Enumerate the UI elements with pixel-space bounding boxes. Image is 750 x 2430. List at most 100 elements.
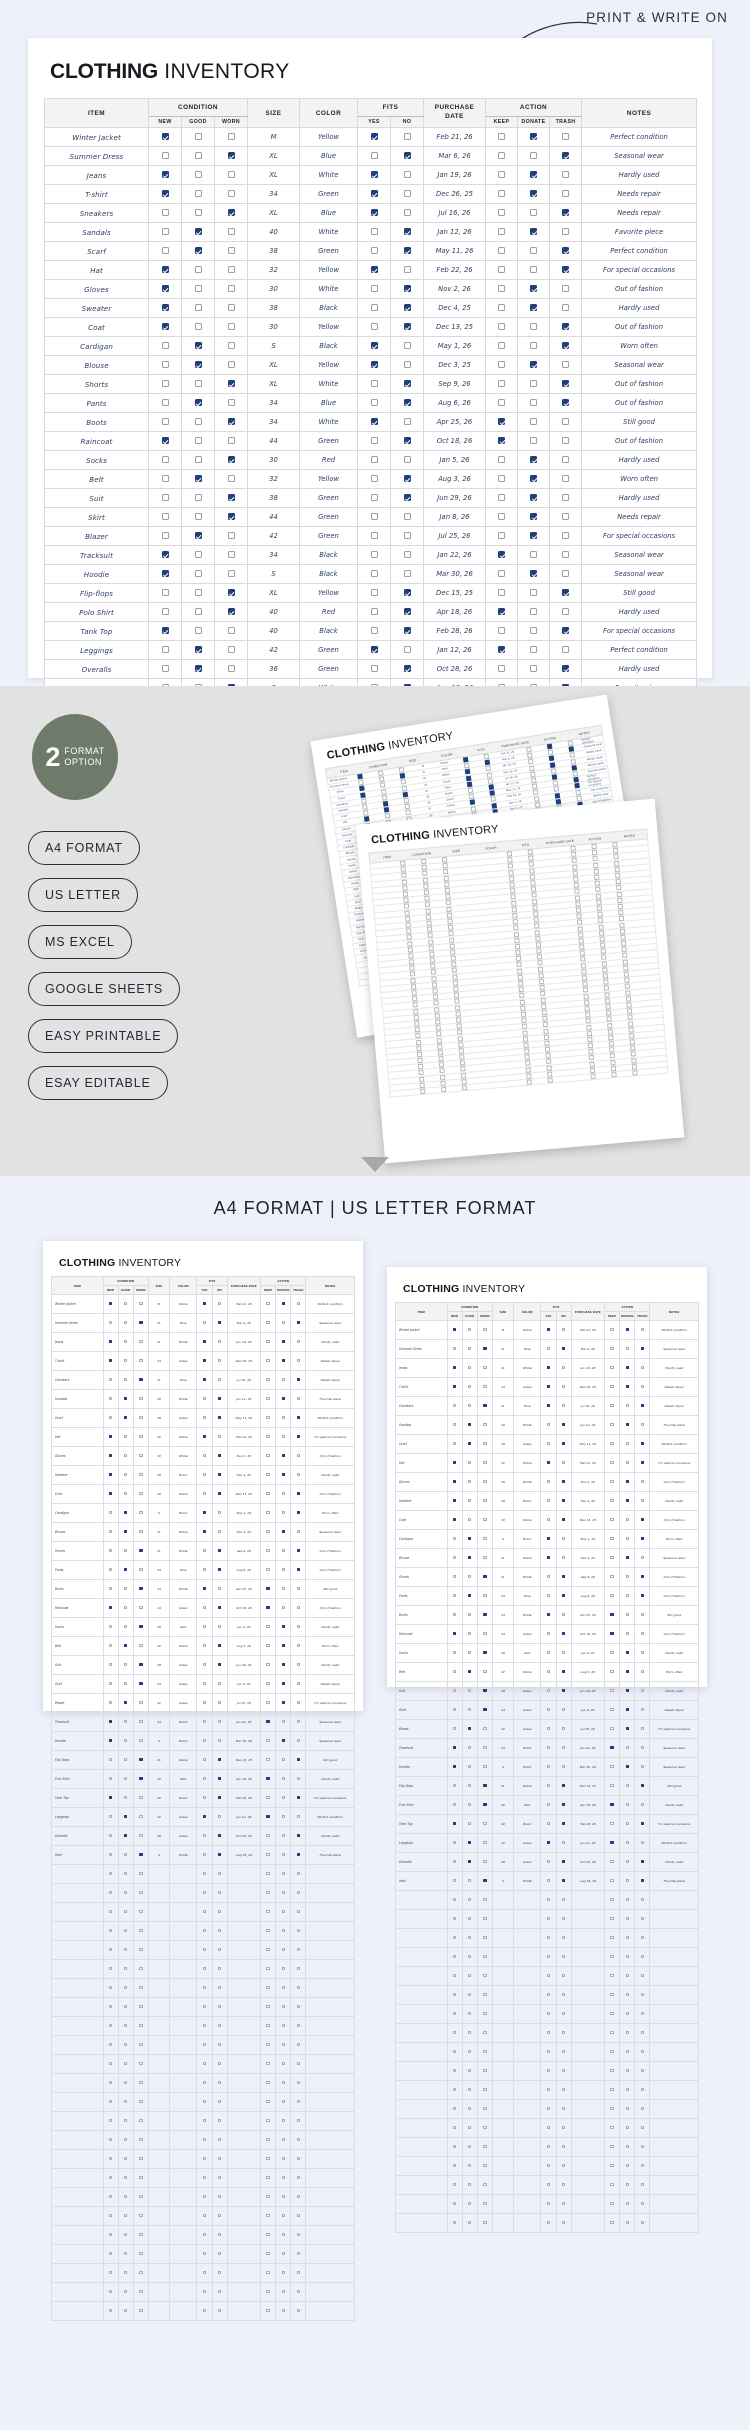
checkbox-worn[interactable]	[227, 627, 235, 635]
preview-cell-worn[interactable]	[132, 1389, 149, 1409]
cell-trash[interactable]	[548, 298, 583, 318]
checkbox-good[interactable]	[194, 247, 202, 255]
preview-cell-good[interactable]	[461, 1396, 478, 1416]
preview-notes[interactable]	[305, 1940, 355, 1960]
preview-cell-donate[interactable]	[275, 1883, 292, 1903]
preview-checkbox-good[interactable]	[468, 2202, 472, 2206]
preview-checkbox-no[interactable]	[561, 1974, 566, 1978]
preview-checkbox-worn[interactable]	[139, 1321, 143, 1325]
preview-cell-yes[interactable]	[540, 2061, 557, 2081]
preview-checkbox-new[interactable]	[452, 1575, 457, 1579]
preview-cell-worn[interactable]	[132, 1731, 149, 1751]
preview-checkbox-good[interactable]	[124, 1644, 128, 1648]
checkbox-trash[interactable]	[562, 532, 570, 540]
preview-checkbox-worn[interactable]	[483, 1727, 487, 1731]
checkbox-yes[interactable]	[370, 342, 378, 350]
preview-cell-new[interactable]	[446, 1833, 463, 1853]
cell-new[interactable]	[148, 203, 182, 223]
preview-cell-worn[interactable]	[132, 1997, 149, 2017]
preview-checkbox-keep[interactable]	[266, 1853, 270, 1857]
preview-cell-keep[interactable]	[604, 1548, 621, 1568]
preview-checkbox-new[interactable]	[108, 1606, 113, 1610]
checkbox-worn[interactable]	[227, 209, 235, 217]
preview-cell-donate[interactable]	[619, 2099, 636, 2119]
preview-cell-trash[interactable]	[290, 2035, 307, 2055]
preview-checkbox-yes[interactable]	[546, 1518, 551, 1522]
preview-checkbox-no[interactable]	[217, 1416, 222, 1420]
preview-cell-donate[interactable]	[619, 2023, 636, 2043]
preview-cell-donate[interactable]	[619, 1852, 636, 1872]
preview-checkbox-no[interactable]	[217, 1606, 222, 1610]
preview-checkbox-trash[interactable]	[296, 1606, 301, 1610]
preview-checkbox-worn[interactable]	[483, 1746, 487, 1750]
preview-checkbox-worn[interactable]	[483, 1575, 487, 1579]
cell-yes[interactable]	[357, 545, 391, 565]
cell-keep[interactable]	[485, 431, 518, 451]
preview-cell-good[interactable]	[117, 1427, 134, 1447]
preview-checkbox-yes[interactable]	[546, 2202, 551, 2206]
cell-trash[interactable]	[548, 146, 583, 166]
preview-checkbox-donate[interactable]	[281, 1587, 285, 1591]
preview-cell-keep[interactable]	[604, 1928, 621, 1948]
preview-cell-trash[interactable]	[290, 1655, 307, 1675]
preview-checkbox-worn[interactable]	[483, 1955, 487, 1959]
preview-checkbox-good[interactable]	[468, 1442, 472, 1446]
preview-item[interactable]	[395, 2156, 448, 2176]
preview-checkbox-yes[interactable]	[546, 2126, 551, 2130]
preview-checkbox-new[interactable]	[108, 1359, 113, 1363]
preview-date[interactable]	[226, 2073, 262, 2093]
preview-cell-keep[interactable]	[260, 1655, 277, 1675]
preview-cell-trash[interactable]	[290, 1731, 307, 1751]
preview-cell-keep[interactable]	[260, 1446, 277, 1466]
preview-checkbox-donate[interactable]	[281, 2024, 285, 2028]
preview-cell-no[interactable]	[211, 1864, 228, 1884]
cell-good[interactable]	[181, 469, 215, 489]
preview-checkbox-donate[interactable]	[625, 1860, 629, 1864]
preview-cell-yes[interactable]	[540, 1928, 557, 1948]
preview-checkbox-donate[interactable]	[281, 2005, 285, 2009]
preview-cell-good[interactable]	[117, 1883, 134, 1903]
preview-cell-trash[interactable]	[634, 1586, 651, 1606]
cell-good[interactable]	[181, 146, 215, 166]
preview-cell-yes[interactable]	[196, 1503, 213, 1523]
preview-checkbox-keep[interactable]	[610, 1860, 614, 1864]
cell-worn[interactable]	[214, 336, 248, 356]
preview-cell-keep[interactable]	[604, 1415, 621, 1435]
preview-checkbox-keep[interactable]	[610, 1917, 614, 1921]
cell-no[interactable]	[390, 260, 424, 280]
preview-cell-trash[interactable]	[634, 2175, 651, 2195]
preview-cell-trash[interactable]	[634, 1510, 651, 1530]
cell-no[interactable]	[390, 526, 424, 546]
preview-checkbox-yes[interactable]	[202, 1720, 207, 1724]
checkbox-good[interactable]	[194, 152, 202, 160]
cell-yes[interactable]	[357, 146, 391, 166]
checkbox-worn[interactable]	[227, 190, 235, 198]
preview-checkbox-good[interactable]	[124, 1872, 128, 1876]
preview-cell-yes[interactable]	[540, 1852, 557, 1872]
preview-checkbox-yes[interactable]	[546, 2012, 551, 2016]
preview-cell-worn[interactable]	[476, 2023, 493, 2043]
preview-checkbox-trash[interactable]	[296, 1359, 301, 1363]
preview-cell-no[interactable]	[555, 1681, 572, 1701]
checkbox-no[interactable]	[403, 513, 411, 521]
preview-cell-trash[interactable]	[290, 1997, 307, 2017]
preview-cell-keep[interactable]	[260, 1997, 277, 2017]
preview-checkbox-worn[interactable]	[483, 1803, 487, 1807]
preview-checkbox-keep[interactable]	[266, 1910, 270, 1914]
cell-new[interactable]	[148, 412, 182, 432]
preview-cell-trash[interactable]	[634, 1415, 651, 1435]
preview-date[interactable]	[226, 2149, 262, 2169]
preview-cell-donate[interactable]	[619, 1339, 636, 1359]
preview-checkbox-good[interactable]	[468, 1404, 472, 1408]
preview-checkbox-trash[interactable]	[296, 2176, 301, 2180]
preview-checkbox-trash[interactable]	[296, 1796, 301, 1800]
preview-cell-keep[interactable]	[260, 2073, 277, 2093]
preview-cell-new[interactable]	[102, 1370, 119, 1390]
preview-cell-worn[interactable]	[132, 1370, 149, 1390]
preview-checkbox-keep[interactable]	[266, 1530, 270, 1534]
preview-checkbox-good[interactable]	[468, 1423, 472, 1427]
checkbox-keep[interactable]	[498, 266, 505, 274]
preview-color[interactable]	[513, 1909, 542, 1929]
preview-checkbox-worn[interactable]	[483, 1974, 487, 1978]
cell-good[interactable]	[181, 127, 215, 147]
